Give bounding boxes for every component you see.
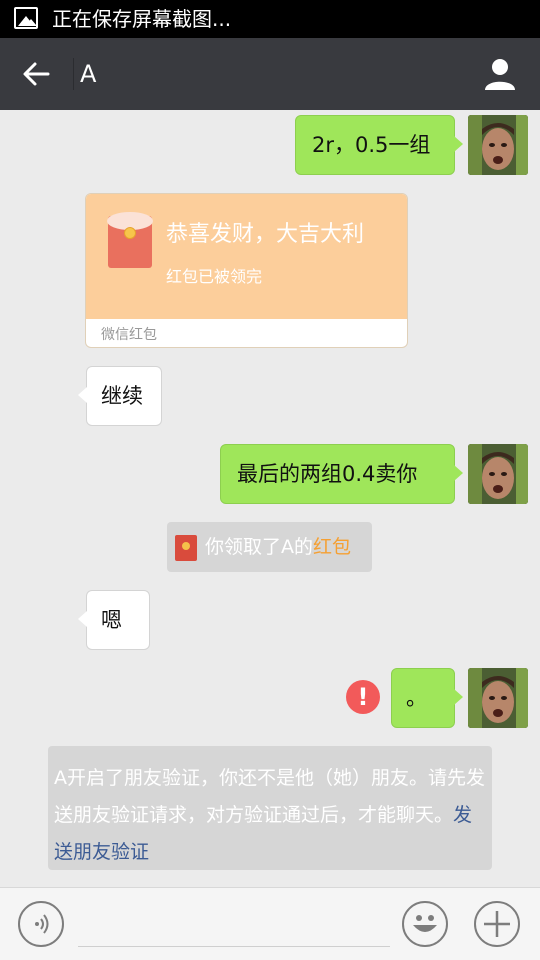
note-name: A (281, 536, 295, 558)
red-packet-status: 红包已被领完 (166, 267, 263, 286)
sent-message[interactable]: 。 (391, 668, 463, 728)
received-message[interactable]: 嗯 (78, 590, 150, 650)
my-avatar[interactable] (468, 668, 528, 728)
message-text: 最后的两组0.4卖你 (237, 462, 418, 486)
message-text: 2r，0.5一组 (312, 133, 431, 157)
header-divider (73, 58, 74, 90)
note-mid: 的 (294, 536, 314, 558)
red-packet-received-note: 你领取了A的红包 (167, 522, 372, 572)
chat-title: A (80, 60, 97, 88)
red-packet-link[interactable]: 红包 (313, 536, 351, 558)
voice-button[interactable] (18, 901, 64, 947)
my-avatar[interactable] (468, 444, 528, 504)
smiley-icon (413, 915, 437, 932)
message-text: 继续 (101, 384, 143, 408)
sent-message[interactable]: 2r，0.5一组 (295, 115, 463, 175)
emoji-button[interactable] (402, 901, 448, 947)
image-icon (14, 7, 38, 29)
chat-header: A (0, 38, 540, 110)
verify-name: A (54, 767, 67, 789)
message-input[interactable] (78, 946, 390, 947)
red-envelope-icon (175, 534, 197, 561)
profile-icon[interactable] (482, 56, 518, 92)
input-bar (0, 887, 540, 960)
friend-verification-note: A开启了朋友验证，你还不是他（她）朋友。请先发送朋友验证请求，对方验证通过后，才… (48, 746, 492, 870)
my-avatar[interactable] (468, 115, 528, 175)
back-arrow-icon[interactable] (18, 56, 54, 92)
plus-icon (484, 911, 510, 937)
note-prefix: 你领取了 (205, 536, 282, 558)
red-envelope-icon (107, 212, 153, 268)
message-text: 。 (406, 686, 427, 710)
more-button[interactable] (474, 901, 520, 947)
status-text: 正在保存屏幕截图... (52, 7, 232, 31)
red-packet-card[interactable]: 恭喜发财，大吉大利 红包已被领完 微信红包 (85, 193, 408, 348)
status-bar: 正在保存屏幕截图... (0, 0, 540, 38)
send-failed-icon[interactable]: ! (346, 680, 380, 714)
sent-message[interactable]: 最后的两组0.4卖你 (220, 444, 463, 504)
red-packet-title: 恭喜发财，大吉大利 (166, 222, 365, 247)
red-packet-footer: 微信红包 (101, 327, 157, 343)
voice-icon (35, 914, 49, 934)
received-message[interactable]: 继续 (78, 366, 162, 426)
verify-text: 开启了朋友验证，你还不是他（她）朋友。请先发送朋友验证请求，对方验证通过后，才能… (54, 767, 486, 826)
message-text: 嗯 (101, 608, 122, 632)
